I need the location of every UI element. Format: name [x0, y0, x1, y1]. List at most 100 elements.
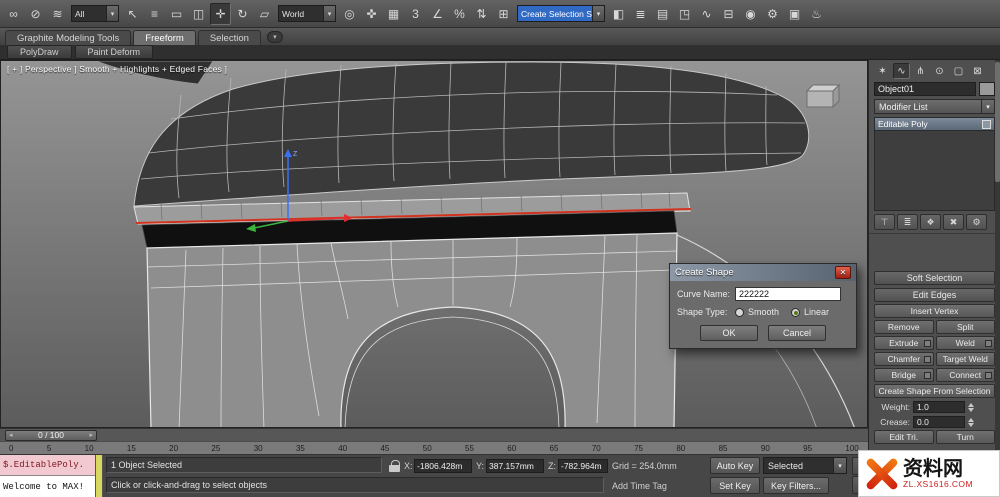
render-production-icon[interactable]: ♨ — [806, 3, 827, 25]
chamfer-button[interactable]: Chamfer — [874, 352, 934, 366]
use-pivot-point-icon[interactable]: ◎ — [339, 3, 360, 25]
listener-divider[interactable] — [95, 455, 103, 497]
window-crossing-icon[interactable]: ◫ — [188, 3, 209, 25]
material-editor-icon[interactable]: ◉ — [740, 3, 761, 25]
named-selection-sets-select[interactable]: Create Selection Se ▾ — [517, 5, 605, 22]
y-coord-field[interactable]: 387.157mm — [486, 459, 544, 473]
object-color-swatch[interactable] — [979, 82, 995, 96]
extrude-settings-icon[interactable] — [923, 340, 931, 347]
hierarchy-tab-icon[interactable]: ⋔ — [912, 63, 929, 79]
key-filters-button[interactable]: Key Filters... — [763, 477, 829, 494]
ribbon-subtab-paint-deform[interactable]: Paint Deform — [74, 45, 154, 59]
rendered-frame-icon[interactable]: ▣ — [784, 3, 805, 25]
keyboard-shortcut-override-icon[interactable]: ▦ — [383, 3, 404, 25]
spinner-snap-icon[interactable]: ⇅ — [471, 3, 492, 25]
insert-vertex-button[interactable]: Insert Vertex — [874, 304, 995, 318]
graphite-ribbon-toggle-icon[interactable]: ◳ — [674, 3, 695, 25]
curve-editor-icon[interactable]: ∿ — [696, 3, 717, 25]
track-bar[interactable]: 0 5 10 15 20 25 30 35 40 45 50 55 60 65 70 75 80 85 90 95 10… — [0, 441, 868, 455]
select-and-move-icon[interactable]: ✛ — [210, 2, 231, 25]
unlink-selection-icon[interactable]: ⊘ — [25, 3, 46, 25]
key-mode-dropdown[interactable]: Selected ▾ — [763, 457, 847, 474]
weld-settings-icon[interactable] — [985, 340, 992, 347]
model-wireframe[interactable]: Z — [1, 61, 868, 428]
percent-snap-icon[interactable]: % — [449, 3, 470, 25]
z-coord-field[interactable]: -782.964m — [558, 459, 608, 473]
render-setup-icon[interactable]: ⚙ — [762, 3, 783, 25]
shape-type-radio-linear[interactable]: Linear — [791, 307, 829, 317]
schematic-view-icon[interactable]: ⊟ — [718, 3, 739, 25]
utilities-tab-icon[interactable]: ⊠ — [969, 63, 986, 79]
select-by-name-icon[interactable]: ≡ — [144, 3, 165, 25]
modify-tab-icon[interactable]: ∿ — [893, 63, 910, 79]
scrollbar-thumb[interactable] — [995, 62, 1000, 182]
motion-tab-icon[interactable]: ⊙ — [931, 63, 948, 79]
rectangular-selection-region-icon[interactable]: ▭ — [166, 3, 187, 25]
x-coord-field[interactable]: -1806.428m — [414, 459, 472, 473]
select-and-scale-icon[interactable]: ▱ — [254, 3, 275, 25]
modifier-stack-area[interactable] — [874, 131, 995, 211]
slider-right-arrow-icon[interactable]: ▸ — [89, 431, 93, 439]
curve-name-input[interactable] — [735, 287, 841, 301]
crease-spinner[interactable] — [968, 417, 974, 427]
weight-field[interactable]: 1.0 — [913, 401, 965, 413]
pin-stack-icon[interactable]: ⊤ — [874, 214, 895, 230]
perspective-viewport[interactable]: [ + ] Perspective ] Smooth + Highlights … — [0, 60, 868, 428]
crease-field[interactable]: 0.0 — [913, 416, 965, 428]
connect-button[interactable]: Connect — [935, 368, 995, 382]
listener-macro-line[interactable]: $.EditablePoly. — [0, 455, 95, 476]
target-weld-button[interactable]: Target Weld — [935, 352, 995, 366]
viewport-label[interactable]: [ + ] Perspective ] Smooth + Highlights … — [7, 64, 227, 74]
shape-type-radio-smooth[interactable]: Smooth — [735, 307, 779, 317]
ribbon-tab-freeform[interactable]: Freeform — [133, 30, 196, 45]
ribbon-subtab-polydraw[interactable]: PolyDraw — [7, 45, 72, 59]
display-tab-icon[interactable]: ▢ — [950, 63, 967, 79]
select-object-icon[interactable]: ↖ — [122, 3, 143, 25]
turn-button[interactable]: Turn — [935, 430, 995, 444]
create-shape-from-selection-button[interactable]: Create Shape From Selection — [874, 384, 995, 398]
set-key-button[interactable]: Set Key — [710, 477, 760, 494]
bridge-button[interactable]: Bridge — [874, 368, 934, 382]
snaps-toggle-icon[interactable]: 3 — [405, 3, 426, 25]
edit-tri-button[interactable]: Edit Tri. — [874, 430, 934, 444]
model-body[interactable] — [133, 61, 810, 207]
layer-manager-icon[interactable]: ▤ — [652, 3, 673, 25]
create-tab-icon[interactable]: ✶ — [874, 63, 891, 79]
bind-to-space-warp-icon[interactable]: ≋ — [47, 3, 68, 25]
select-and-manipulate-icon[interactable]: ✜ — [361, 3, 382, 25]
connect-settings-icon[interactable] — [985, 372, 992, 379]
auto-key-button[interactable]: Auto Key — [710, 457, 760, 474]
select-and-link-icon[interactable]: ∞ — [3, 3, 24, 25]
split-button[interactable]: Split — [935, 320, 995, 334]
model-base[interactable] — [146, 232, 678, 428]
stack-item-editable-poly[interactable]: Editable Poly — [874, 117, 995, 131]
angle-snap-icon[interactable]: ∠ — [427, 3, 448, 25]
close-icon[interactable]: ✕ — [835, 266, 851, 279]
remove-modifier-icon[interactable]: ✖ — [943, 214, 964, 230]
select-and-rotate-icon[interactable]: ↻ — [232, 3, 253, 25]
edit-named-selection-sets-icon[interactable]: ⊞ — [493, 3, 514, 25]
maxscript-mini-listener[interactable]: $.EditablePoly. Welcome to MAX! — [0, 455, 95, 497]
weight-spinner[interactable] — [968, 402, 974, 412]
object-name-field[interactable]: Object01 — [874, 82, 976, 96]
mirror-icon[interactable]: ◧ — [608, 3, 629, 25]
configure-modifier-sets-icon[interactable]: ⚙ — [966, 214, 987, 230]
time-slider-track[interactable]: ◂ 0 / 100 ▸ — [0, 428, 868, 441]
align-icon[interactable]: ≣ — [630, 3, 651, 25]
time-slider-handle[interactable]: ◂ 0 / 100 ▸ — [5, 429, 97, 441]
stack-visibility-icon[interactable] — [982, 119, 991, 129]
weld-button[interactable]: Weld — [935, 336, 995, 350]
listener-output-line[interactable]: Welcome to MAX! — [0, 476, 95, 497]
ribbon-tab-selection[interactable]: Selection — [197, 30, 261, 45]
rollout-edit-edges[interactable]: Edit Edges — [874, 288, 995, 302]
ribbon-options-button[interactable]: ▾ — [266, 31, 283, 43]
selection-filter-select[interactable]: All ▾ — [71, 5, 119, 22]
modifier-list-dropdown[interactable]: Modifier List ▾ — [874, 99, 995, 114]
extrude-button[interactable]: Extrude — [874, 336, 934, 350]
reference-coordinate-system-select[interactable]: World ▾ — [278, 5, 336, 22]
show-end-result-icon[interactable]: ≣ — [897, 214, 918, 230]
remove-button[interactable]: Remove — [874, 320, 934, 334]
ribbon-tab-graphite-modeling-tools[interactable]: Graphite Modeling Tools — [5, 30, 132, 45]
dialog-title-bar[interactable]: Create Shape ✕ — [670, 264, 856, 281]
selection-lock-toggle-icon[interactable] — [389, 460, 400, 472]
